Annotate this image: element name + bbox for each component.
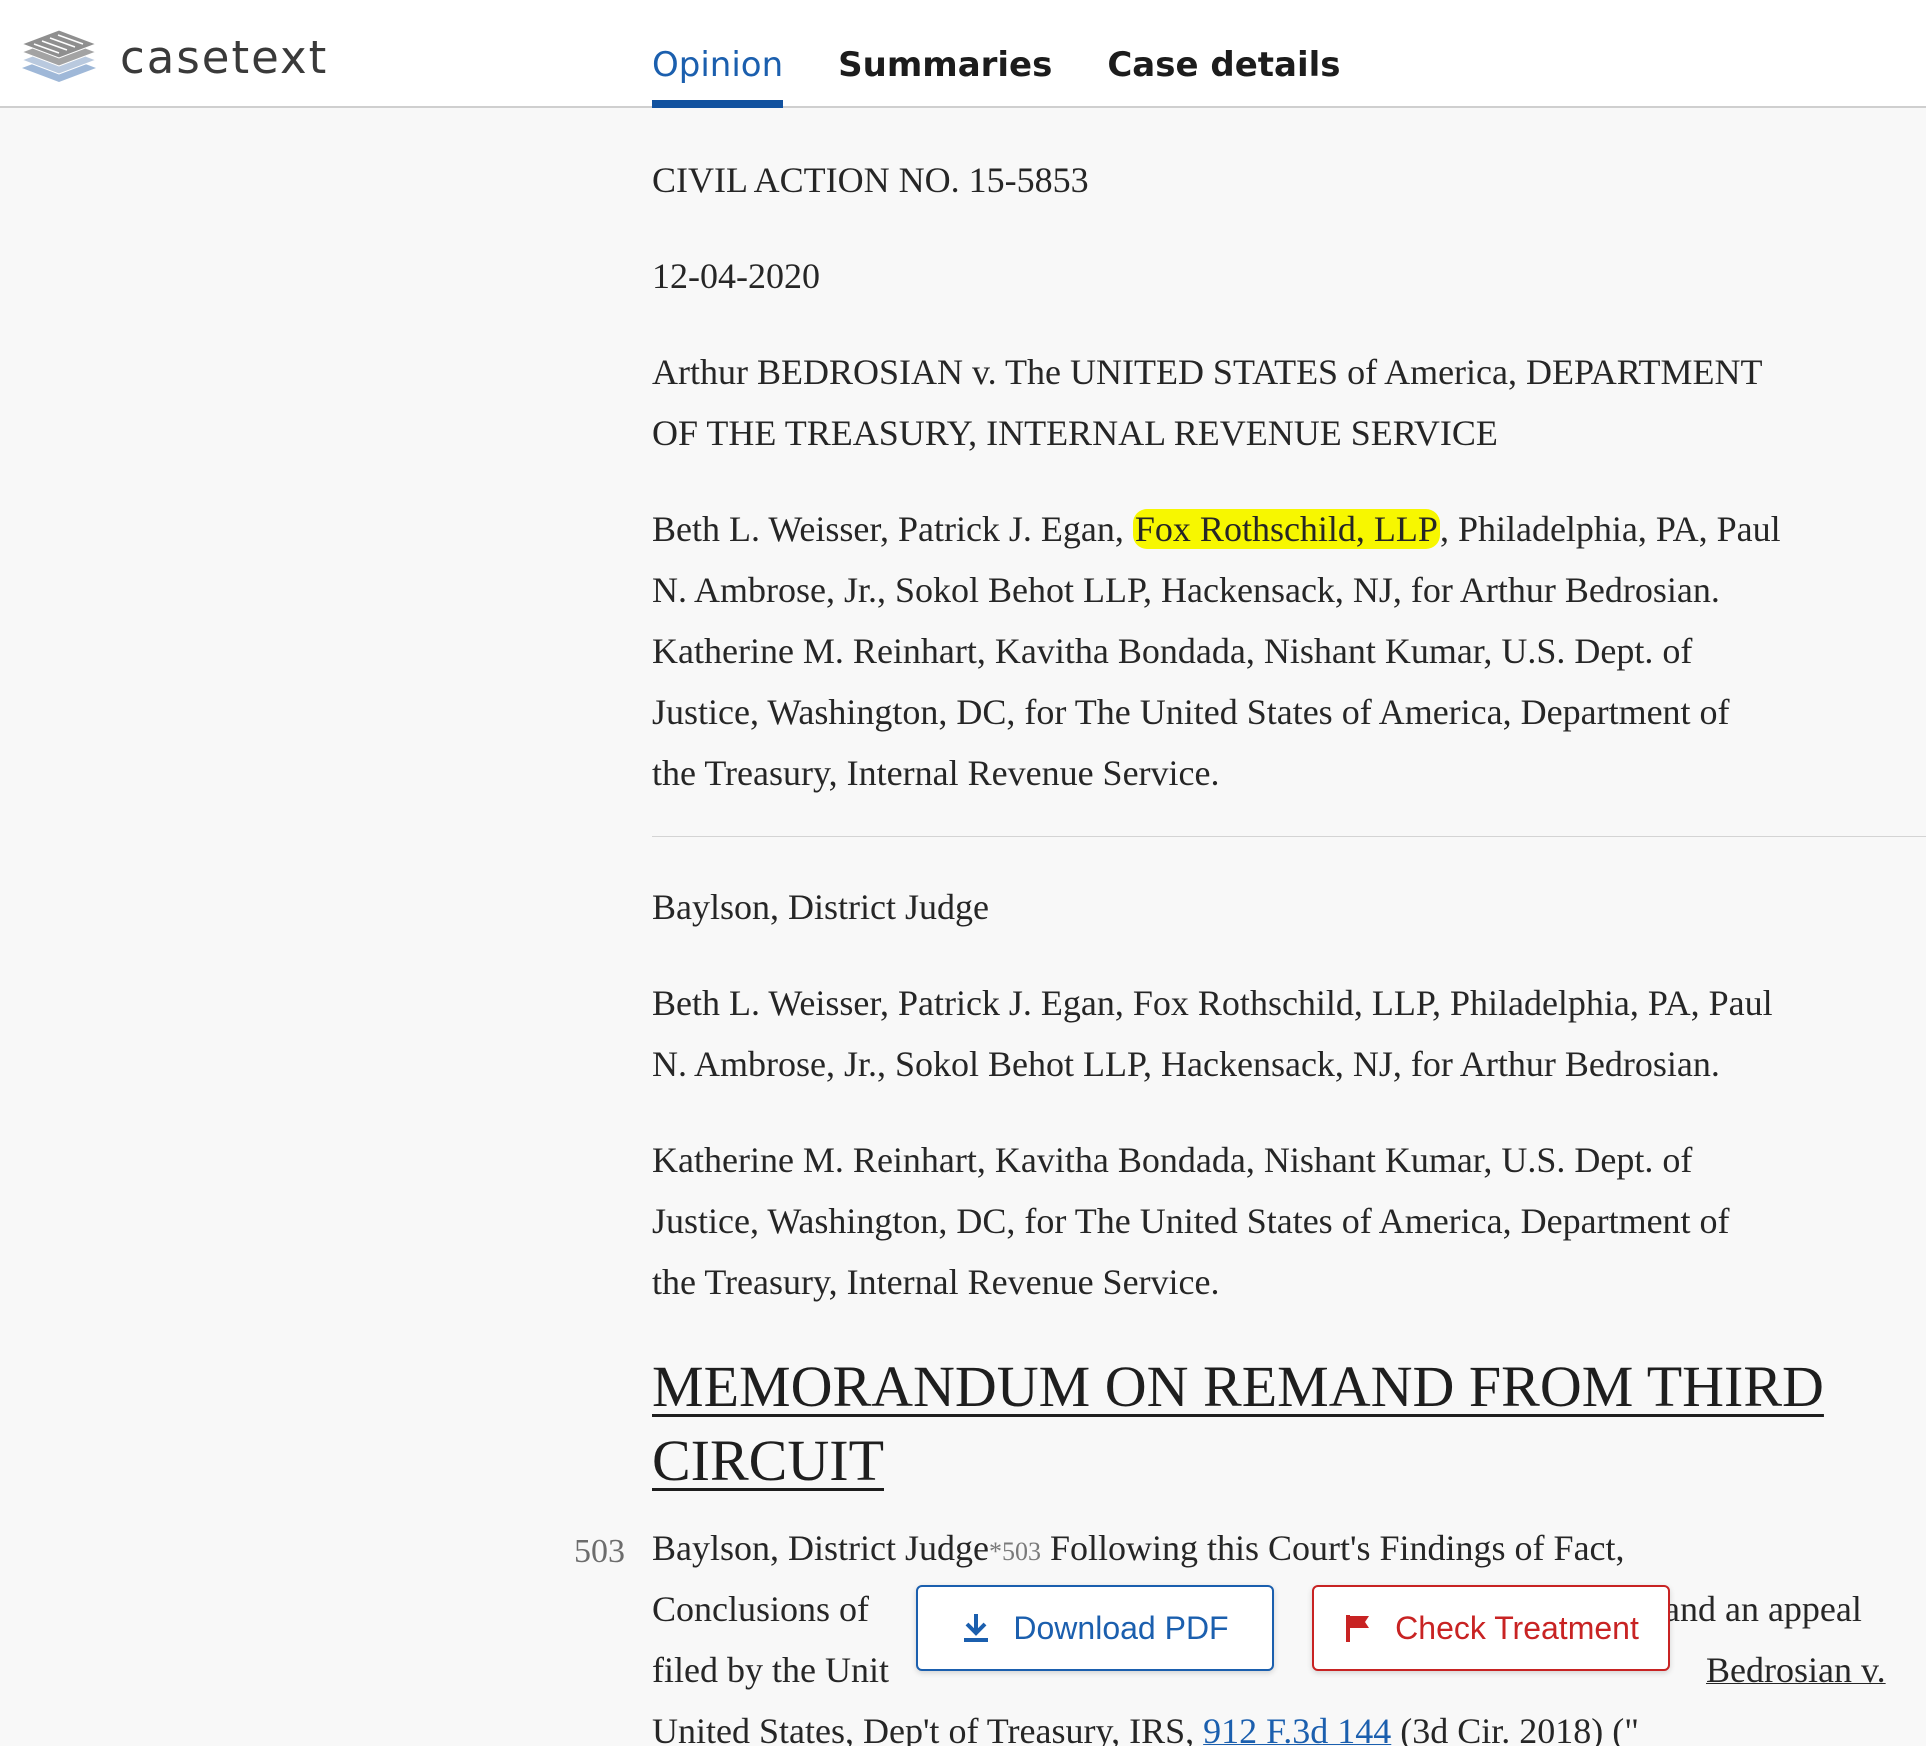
case-citation[interactable]: Bedrosian v.: [1706, 1640, 1886, 1701]
highlighted-firm[interactable]: Fox Rothschild, LLP: [1132, 509, 1440, 549]
counsel-line: the Treasury, Internal Revenue Service.: [652, 1262, 1220, 1302]
check-treatment-label: Check Treatment: [1395, 1609, 1639, 1646]
body-text: Following this Court's Findings of Fact,: [1040, 1528, 1625, 1568]
download-icon: [964, 1614, 989, 1642]
case-caption-line: Arthur BEDROSIAN v. The UNITED STATES of…: [652, 352, 1763, 392]
opinion-body-line: Conclusions of and an appeal: [652, 1579, 1862, 1640]
body-text: (3d Cir. 2018) (": [1391, 1711, 1639, 1746]
counsel-line: Beth L. Weisser, Patrick J. Egan, Fox Ro…: [652, 499, 1781, 560]
stacked-layers-icon: [20, 29, 98, 82]
counsel-line: Beth L. Weisser, Patrick J. Egan, Fox Ro…: [652, 983, 1773, 1023]
body-text: and an appeal: [1664, 1589, 1862, 1629]
counsel-line: the Treasury, Internal Revenue Service.: [652, 753, 1220, 793]
body-text: United States, Dep't of Treasury, IRS,: [652, 1711, 1195, 1746]
decision-date: 12-04-2020: [652, 256, 820, 296]
opinion-body-line: United States, Dep't of Treasury, IRS, 9…: [652, 1701, 1639, 1746]
case-caption-line: OF THE TREASURY, INTERNAL REVENUE SERVIC…: [652, 413, 1498, 453]
tab-opinion[interactable]: Opinion: [652, 0, 784, 108]
page: casetext Opinion Summaries Case details …: [0, 0, 1926, 1746]
counsel-text: , Philadelphia, PA, Paul: [1439, 509, 1781, 549]
download-pdf-label: Download PDF: [1013, 1609, 1229, 1646]
section-divider: [652, 836, 1926, 837]
counsel-text: Beth L. Weisser, Patrick J. Egan,: [652, 509, 1133, 549]
citation-link[interactable]: 912 F.3d 144: [1203, 1711, 1391, 1746]
counsel-line: Justice, Washington, DC, for The United …: [652, 692, 1730, 732]
tab-case-details[interactable]: Case details: [1107, 0, 1340, 108]
memorandum-heading: MEMORANDUM ON REMAND FROM THIRD: [652, 1354, 1824, 1419]
memorandum-heading: CIRCUIT: [652, 1428, 884, 1493]
counsel-line: N. Ambrose, Jr., Sokol Behot LLP, Hacken…: [652, 1044, 1720, 1084]
star-page-marker: *503: [988, 1537, 1041, 1566]
civil-action-number: CIVIL ACTION NO. 15-5853: [652, 160, 1089, 200]
flag-icon: [1346, 1615, 1370, 1642]
body-text: filed by the Unit: [652, 1650, 889, 1690]
logo-text: casetext: [120, 30, 329, 84]
casetext-logo[interactable]: casetext: [20, 24, 328, 90]
opinion-body-line: filed by the Unit Bedrosian v.: [652, 1640, 1886, 1701]
counsel-line: N. Ambrose, Jr., Sokol Behot LLP, Hacken…: [652, 570, 1720, 610]
counsel-line: Justice, Washington, DC, for The United …: [652, 1201, 1730, 1241]
page-number-margin: 503: [574, 1533, 625, 1570]
download-pdf-button[interactable]: Download PDF: [916, 1585, 1274, 1671]
opinion-body-line: Baylson, District Judge*503 Following th…: [652, 1518, 1625, 1582]
case-tabs: Opinion Summaries Case details: [652, 0, 1396, 108]
tab-summaries[interactable]: Summaries: [838, 0, 1052, 108]
counsel-line: Katherine M. Reinhart, Kavitha Bondada, …: [652, 631, 1693, 671]
top-header: casetext Opinion Summaries Case details: [0, 0, 1926, 108]
counsel-line: Katherine M. Reinhart, Kavitha Bondada, …: [652, 1140, 1693, 1180]
judge-name: Baylson, District Judge: [652, 887, 989, 927]
check-treatment-button[interactable]: Check Treatment: [1312, 1585, 1670, 1671]
body-text: Conclusions of: [652, 1589, 870, 1629]
body-judge: Baylson, District Judge: [652, 1528, 989, 1568]
